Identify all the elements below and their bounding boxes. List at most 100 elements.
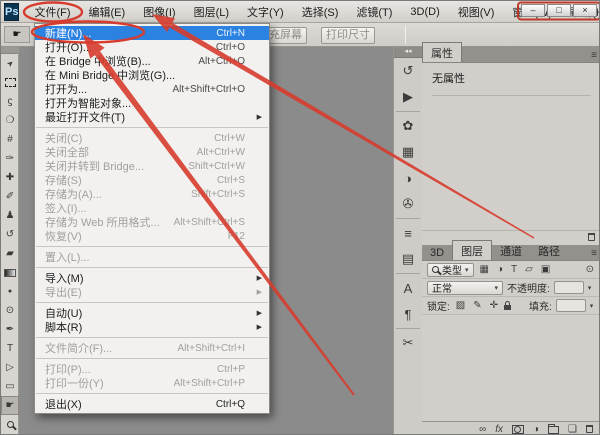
chevron-down-icon[interactable]: ▾ <box>590 302 594 310</box>
layer-comps-panel-icon[interactable]: ▤ <box>394 246 422 272</box>
menu-image[interactable]: 图像(I) <box>134 1 184 23</box>
trash-icon[interactable] <box>588 233 595 241</box>
menu-item-new[interactable]: 新建(N)...Ctrl+N <box>35 26 269 40</box>
tab-paths[interactable]: 路径 <box>530 241 568 260</box>
menu-item-open[interactable]: 打开(O)...Ctrl+O <box>35 40 269 54</box>
history-panel-icon[interactable]: ↺ <box>394 58 422 84</box>
maximize-button[interactable]: □ <box>547 4 571 17</box>
tool-preset-icon[interactable]: ☛ <box>4 26 30 43</box>
menu-item-scripts[interactable]: 脚本(R)▶ <box>35 320 269 334</box>
add-mask-icon[interactable] <box>512 425 524 434</box>
marquee-tool[interactable] <box>1 73 19 92</box>
menu-item-close-all[interactable]: 关闭全部Alt+Ctrl+W <box>35 145 269 159</box>
crop-tool[interactable]: # <box>1 130 19 149</box>
lock-position-icon[interactable]: ✛ <box>490 300 498 311</box>
tab-properties[interactable]: 属性 <box>422 42 462 62</box>
tool-presets-panel-icon[interactable]: ≡ <box>394 220 422 246</box>
filter-toggle-icon[interactable]: ⊙ <box>586 264 594 275</box>
menu-item-save-for-web[interactable]: 存储为 Web 所用格式...Alt+Shift+Ctrl+S <box>35 215 269 229</box>
opacity-input[interactable] <box>554 281 584 294</box>
menu-edit[interactable]: 编辑(E) <box>80 1 135 23</box>
adjustments-panel-icon[interactable]: ▦ <box>394 139 422 165</box>
dock-expand-arrows[interactable]: ◂◂ <box>394 47 422 58</box>
gradient-tool[interactable] <box>1 263 19 282</box>
menu-item-automate[interactable]: 自动(U)▶ <box>35 306 269 320</box>
menu-item-open-as-smart-object[interactable]: 打开为智能对象... <box>35 96 269 110</box>
filter-pixel-icon[interactable]: ▦ <box>480 264 489 275</box>
menu-3d[interactable]: 3D(D) <box>401 3 448 21</box>
filter-shape-icon[interactable]: ▱ <box>525 264 533 275</box>
menu-item-browse-in-mini-bridge[interactable]: 在 Mini Bridge 中浏览(G)... <box>35 68 269 82</box>
lock-all-icon[interactable] <box>504 305 511 310</box>
menu-filter[interactable]: 滤镜(T) <box>347 1 401 23</box>
delete-layer-icon[interactable] <box>586 425 593 433</box>
tab-layers[interactable]: 图层 <box>452 240 492 260</box>
quick-selection-tool[interactable]: ❍ <box>1 111 19 130</box>
minimize-button[interactable]: – <box>521 4 545 17</box>
brush-tool[interactable]: ✐ <box>1 187 19 206</box>
panel-menu-icon[interactable]: ≡ <box>591 50 597 61</box>
toolbox-grip[interactable] <box>1 47 18 54</box>
pen-tool[interactable]: ✒ <box>1 320 19 339</box>
menu-item-export[interactable]: 导出(E)▶ <box>35 285 269 299</box>
menu-item-open-as[interactable]: 打开为...Alt+Shift+Ctrl+O <box>35 82 269 96</box>
menu-type[interactable]: 文字(Y) <box>238 1 293 23</box>
clone-source-panel-icon[interactable]: ✇ <box>394 191 422 217</box>
menu-file[interactable]: 文件(F) <box>25 1 79 23</box>
chevron-down-icon[interactable]: ▾ <box>588 284 592 292</box>
menu-item-check-in[interactable]: 签入(I)... <box>35 201 269 215</box>
zoom-tool[interactable] <box>1 415 19 434</box>
adjustment-layer-icon[interactable]: ◑ <box>533 424 539 435</box>
menu-item-save-as[interactable]: 存储为(A)...Shift+Ctrl+S <box>35 187 269 201</box>
menu-item-import[interactable]: 导入(M)▶ <box>35 271 269 285</box>
fill-input[interactable] <box>556 299 586 312</box>
menu-item-exit[interactable]: 退出(X)Ctrl+Q <box>35 397 269 411</box>
blend-mode-dropdown[interactable]: 正常 ▾ <box>427 281 503 295</box>
menu-item-file-info[interactable]: 文件简介(F)...Alt+Shift+Ctrl+I <box>35 341 269 355</box>
tab-3d[interactable]: 3D <box>422 245 452 260</box>
hand-tool[interactable]: ☛ <box>1 396 19 415</box>
shape-tool[interactable]: ▭ <box>1 377 19 396</box>
menu-select[interactable]: 选择(S) <box>293 1 348 23</box>
eraser-tool[interactable]: ▰ <box>1 244 19 263</box>
paragraph-panel-icon[interactable]: ¶ <box>394 301 422 327</box>
notes-panel-icon[interactable]: ✂ <box>394 330 422 356</box>
eyedropper-tool[interactable]: ✑ <box>1 149 19 168</box>
menu-item-print-one-copy[interactable]: 打印一份(Y)Alt+Shift+Ctrl+P <box>35 376 269 390</box>
swatches-panel-icon[interactable]: ✿ <box>394 113 422 139</box>
close-button[interactable]: × <box>573 4 597 17</box>
filter-smart-object-icon[interactable]: ▣ <box>541 264 550 275</box>
lasso-tool[interactable]: ϛ <box>1 92 19 111</box>
lock-pixels-icon[interactable]: ✎ <box>473 300 481 311</box>
tab-channels[interactable]: 通道 <box>492 241 530 260</box>
new-layer-icon[interactable]: ❏ <box>568 424 577 435</box>
new-group-icon[interactable] <box>548 426 559 434</box>
path-selection-tool[interactable]: ▷ <box>1 358 19 377</box>
clone-stamp-tool[interactable]: ♟ <box>1 206 19 225</box>
character-panel-icon[interactable]: A <box>394 275 422 301</box>
type-tool[interactable]: T <box>1 339 19 358</box>
filter-adjustment-icon[interactable]: ◑ <box>497 264 503 275</box>
layers-list-empty[interactable] <box>422 315 600 415</box>
filter-type-icon[interactable]: T <box>511 264 517 275</box>
menu-item-open-recent[interactable]: 最近打开文件(T)▶ <box>35 110 269 124</box>
lock-transparent-icon[interactable]: ▨ <box>456 300 465 311</box>
menu-item-place[interactable]: 置入(L)... <box>35 250 269 264</box>
menu-item-close[interactable]: 关闭(C)Ctrl+W <box>35 131 269 145</box>
layer-style-icon[interactable]: fx <box>495 424 503 435</box>
actions-panel-icon[interactable]: ▶ <box>394 84 422 110</box>
menu-layer[interactable]: 图层(L) <box>185 1 238 23</box>
filter-type-dropdown[interactable]: 类型 ▾ <box>427 263 474 277</box>
spot-healing-tool[interactable]: ✚ <box>1 168 19 187</box>
menu-item-browse-in-bridge[interactable]: 在 Bridge 中浏览(B)...Alt+Ctrl+O <box>35 54 269 68</box>
dodge-tool[interactable]: ⊙ <box>1 301 19 320</box>
menu-item-close-and-go-to-bridge[interactable]: 关闭并转到 Bridge...Shift+Ctrl+W <box>35 159 269 173</box>
menu-item-save[interactable]: 存储(S)Ctrl+S <box>35 173 269 187</box>
panel-menu-icon[interactable]: ≡ <box>591 248 597 259</box>
menu-item-revert[interactable]: 恢复(V)F12 <box>35 229 269 243</box>
masks-panel-icon[interactable]: ◑ <box>394 165 422 191</box>
menu-item-print[interactable]: 打印(P)...Ctrl+P <box>35 362 269 376</box>
history-brush-tool[interactable]: ↺ <box>1 225 19 244</box>
menu-view[interactable]: 视图(V) <box>449 1 504 23</box>
move-tool[interactable]: ➤ <box>1 54 19 73</box>
